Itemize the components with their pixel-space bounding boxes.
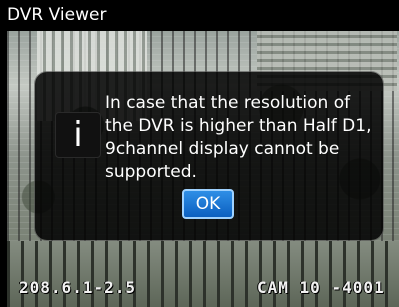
info-dialog: i In case that the resolution of the DVR… xyxy=(35,72,383,240)
ok-button[interactable]: OK xyxy=(182,189,234,219)
osd-camera-label: CAM 10 -4001 xyxy=(257,278,385,297)
dialog-message: In case that the resolution of the DVR i… xyxy=(105,93,372,182)
app-title: DVR Viewer xyxy=(0,0,399,31)
info-icon: i xyxy=(55,112,101,158)
video-fence xyxy=(7,241,399,307)
dvr-viewer-screen: DVR Viewer 208.6.1-2.5 CAM 10 -4001 i In… xyxy=(0,0,399,307)
osd-timestamp: 208.6.1-2.5 xyxy=(19,278,136,297)
